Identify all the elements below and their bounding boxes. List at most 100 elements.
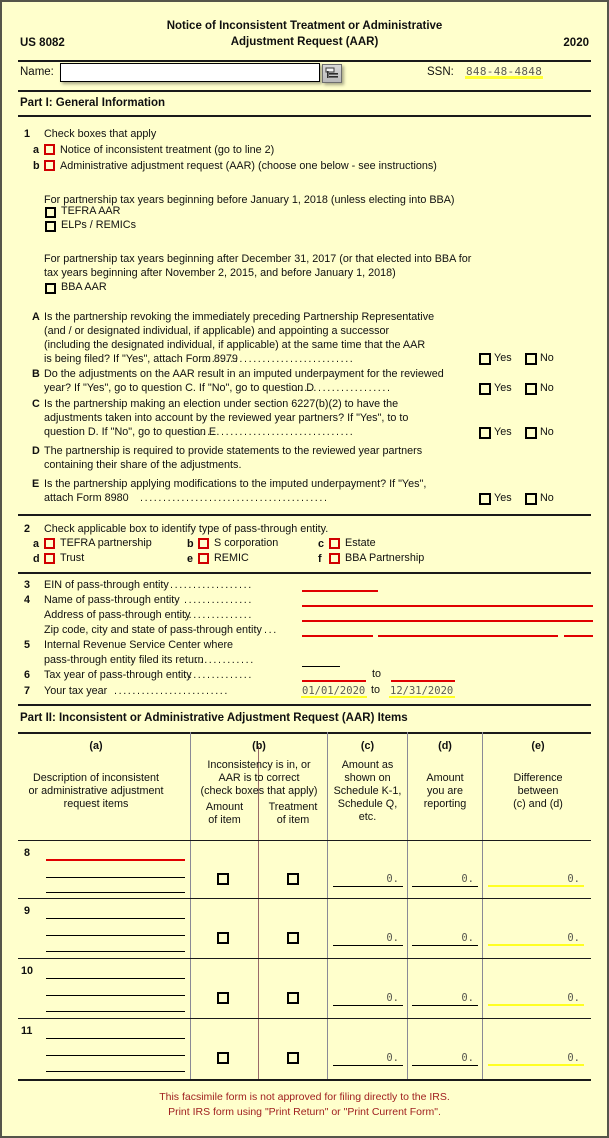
checkbox-administrative-adjustment-request[interactable] [44,160,55,171]
line4-name-field[interactable] [302,594,593,607]
row-11-treatment-checkbox[interactable] [287,1052,299,1064]
question-B-no-label: No [540,382,554,394]
name-row-divider [18,90,591,92]
checkbox-tefra-partnership[interactable] [44,538,55,549]
part1-divider [18,115,591,117]
line6-tax-year-to-field[interactable] [391,669,455,682]
part1-bottom-divider [18,704,591,706]
row-10-treatment-checkbox[interactable] [287,992,299,1004]
zip-field[interactable] [302,624,373,637]
question-A-no-checkbox[interactable] [525,353,537,365]
row-11-desc-line-3[interactable] [46,1059,185,1072]
line3-ein-field[interactable] [302,579,378,592]
question-B-yes-label: Yes [494,382,512,394]
row-11-amount-checkbox[interactable] [217,1052,229,1064]
question-C-yes-label: Yes [494,426,512,438]
row-10-number: 10 [21,965,34,977]
col-e-line-2: (c) and (d) [513,798,563,810]
line3-number: 3 [24,579,31,591]
checkbox-remic[interactable] [198,553,209,564]
row-10-bottom-rule [18,1018,591,1019]
row-10-desc-line-3[interactable] [46,999,185,1012]
col-e-line-0: Difference [513,772,563,784]
line2a-letter: a [33,538,40,550]
row-11-desc-line-2[interactable] [46,1043,185,1056]
row-11-column-c-value: 0. [386,1052,399,1064]
checkbox-bba-partnership[interactable] [329,553,340,564]
row-10-desc-line-2[interactable] [46,983,185,996]
question-B-yes-checkbox[interactable] [479,383,491,395]
row-8-column-d-value: 0. [461,873,474,885]
checkbox-s-corporation[interactable] [198,538,209,549]
address-label: Address of pass-through entity [44,609,191,621]
question-C-line-0: Is the partnership making an election un… [44,398,399,410]
zip-leader: ... [264,624,278,636]
col-c-line-2: Schedule K-1, [333,785,402,797]
line6-tax-year-from-field[interactable] [302,669,366,682]
question-E-no-label: No [540,492,554,504]
address-field[interactable] [302,609,593,622]
row-9-desc-line-1[interactable] [46,906,185,919]
part1-questions-divider [18,514,591,516]
col-d-tag: (d) [438,740,452,752]
question-A-yes-checkbox[interactable] [479,353,491,365]
row-9-desc-line-3[interactable] [46,939,185,952]
question-E-line-0: Is the partnership applying modification… [44,478,427,490]
row-9-desc-line-2[interactable] [46,923,185,936]
col-b-amount-line-0: Amount [205,801,244,813]
name-input[interactable] [60,63,320,82]
address-leader: ............... [184,609,253,621]
line5-service-center-field[interactable] [302,654,340,667]
row-8-desc-line-3[interactable] [46,880,185,893]
group2-caption-line1: For partnership tax years beginning afte… [44,253,472,265]
row-9-amount-checkbox[interactable] [217,932,229,944]
name-picker-button[interactable] [322,64,342,83]
state-field[interactable] [564,624,593,637]
row-10-desc-line-1[interactable] [46,966,185,979]
row-8-desc-line-1[interactable] [46,848,185,861]
question-B-no-checkbox[interactable] [525,383,537,395]
line2e-letter: e [187,553,194,565]
table-header-bottom-rule [18,840,591,841]
question-E-yes-checkbox[interactable] [479,493,491,505]
city-field[interactable] [378,624,558,637]
question-B-line-1: year? If "Yes", go to question C. If "No… [44,382,315,394]
line2-number: 2 [24,523,31,535]
checkbox-tefra-aar[interactable] [45,207,56,218]
row-8-treatment-checkbox[interactable] [287,873,299,885]
col-b-line-0: Inconsistency is in, or [207,759,311,771]
col-b-treatment-line-0: Treatment [268,801,318,813]
checkbox-notice-inconsistent-treatment[interactable] [44,144,55,155]
row-9-column-e-value: 0. [567,932,580,944]
line6-leader: ............... [184,669,253,681]
form-page: Notice of Inconsistent Treatment or Admi… [0,0,609,1138]
row-10-amount-checkbox[interactable] [217,992,229,1004]
question-A-line-1: (and / or designated individual, if appl… [44,325,390,337]
row-9-treatment-checkbox[interactable] [287,932,299,944]
question-C-no-checkbox[interactable] [525,427,537,439]
line3-label: EIN of pass-through entity [44,579,169,591]
line4-number: 4 [24,594,31,606]
line7-tax-year-from-value: 01/01/2020 [302,685,366,697]
checkbox-bba-aar[interactable] [45,283,56,294]
col-b-line-1: AAR is to correct [218,772,300,784]
question-C-no-label: No [540,426,554,438]
line2c-label: Estate [345,537,376,549]
line2-text: Check applicable box to identify type of… [44,523,329,535]
row-8-desc-line-2[interactable] [46,865,185,878]
row-11-desc-line-1[interactable] [46,1026,185,1039]
question-D-line-1: containing their share of the adjustment… [44,459,242,471]
checkbox-elps-remics[interactable] [45,221,56,232]
question-C-yes-checkbox[interactable] [479,427,491,439]
form-title-line1: Notice of Inconsistent Treatment or Admi… [166,20,443,32]
ssn-value[interactable]: 848-48-4848 [465,65,544,79]
col-c-line-4: etc. [358,811,377,823]
col-b-amount-line-1: of item [208,814,241,826]
question-E-no-checkbox[interactable] [525,493,537,505]
question-B-leader: ..................... [295,382,392,394]
checkbox-estate[interactable] [329,538,340,549]
name-label: Name: [20,66,54,78]
question-A-yes-label: Yes [494,352,512,364]
row-8-amount-checkbox[interactable] [217,873,229,885]
checkbox-trust[interactable] [44,553,55,564]
